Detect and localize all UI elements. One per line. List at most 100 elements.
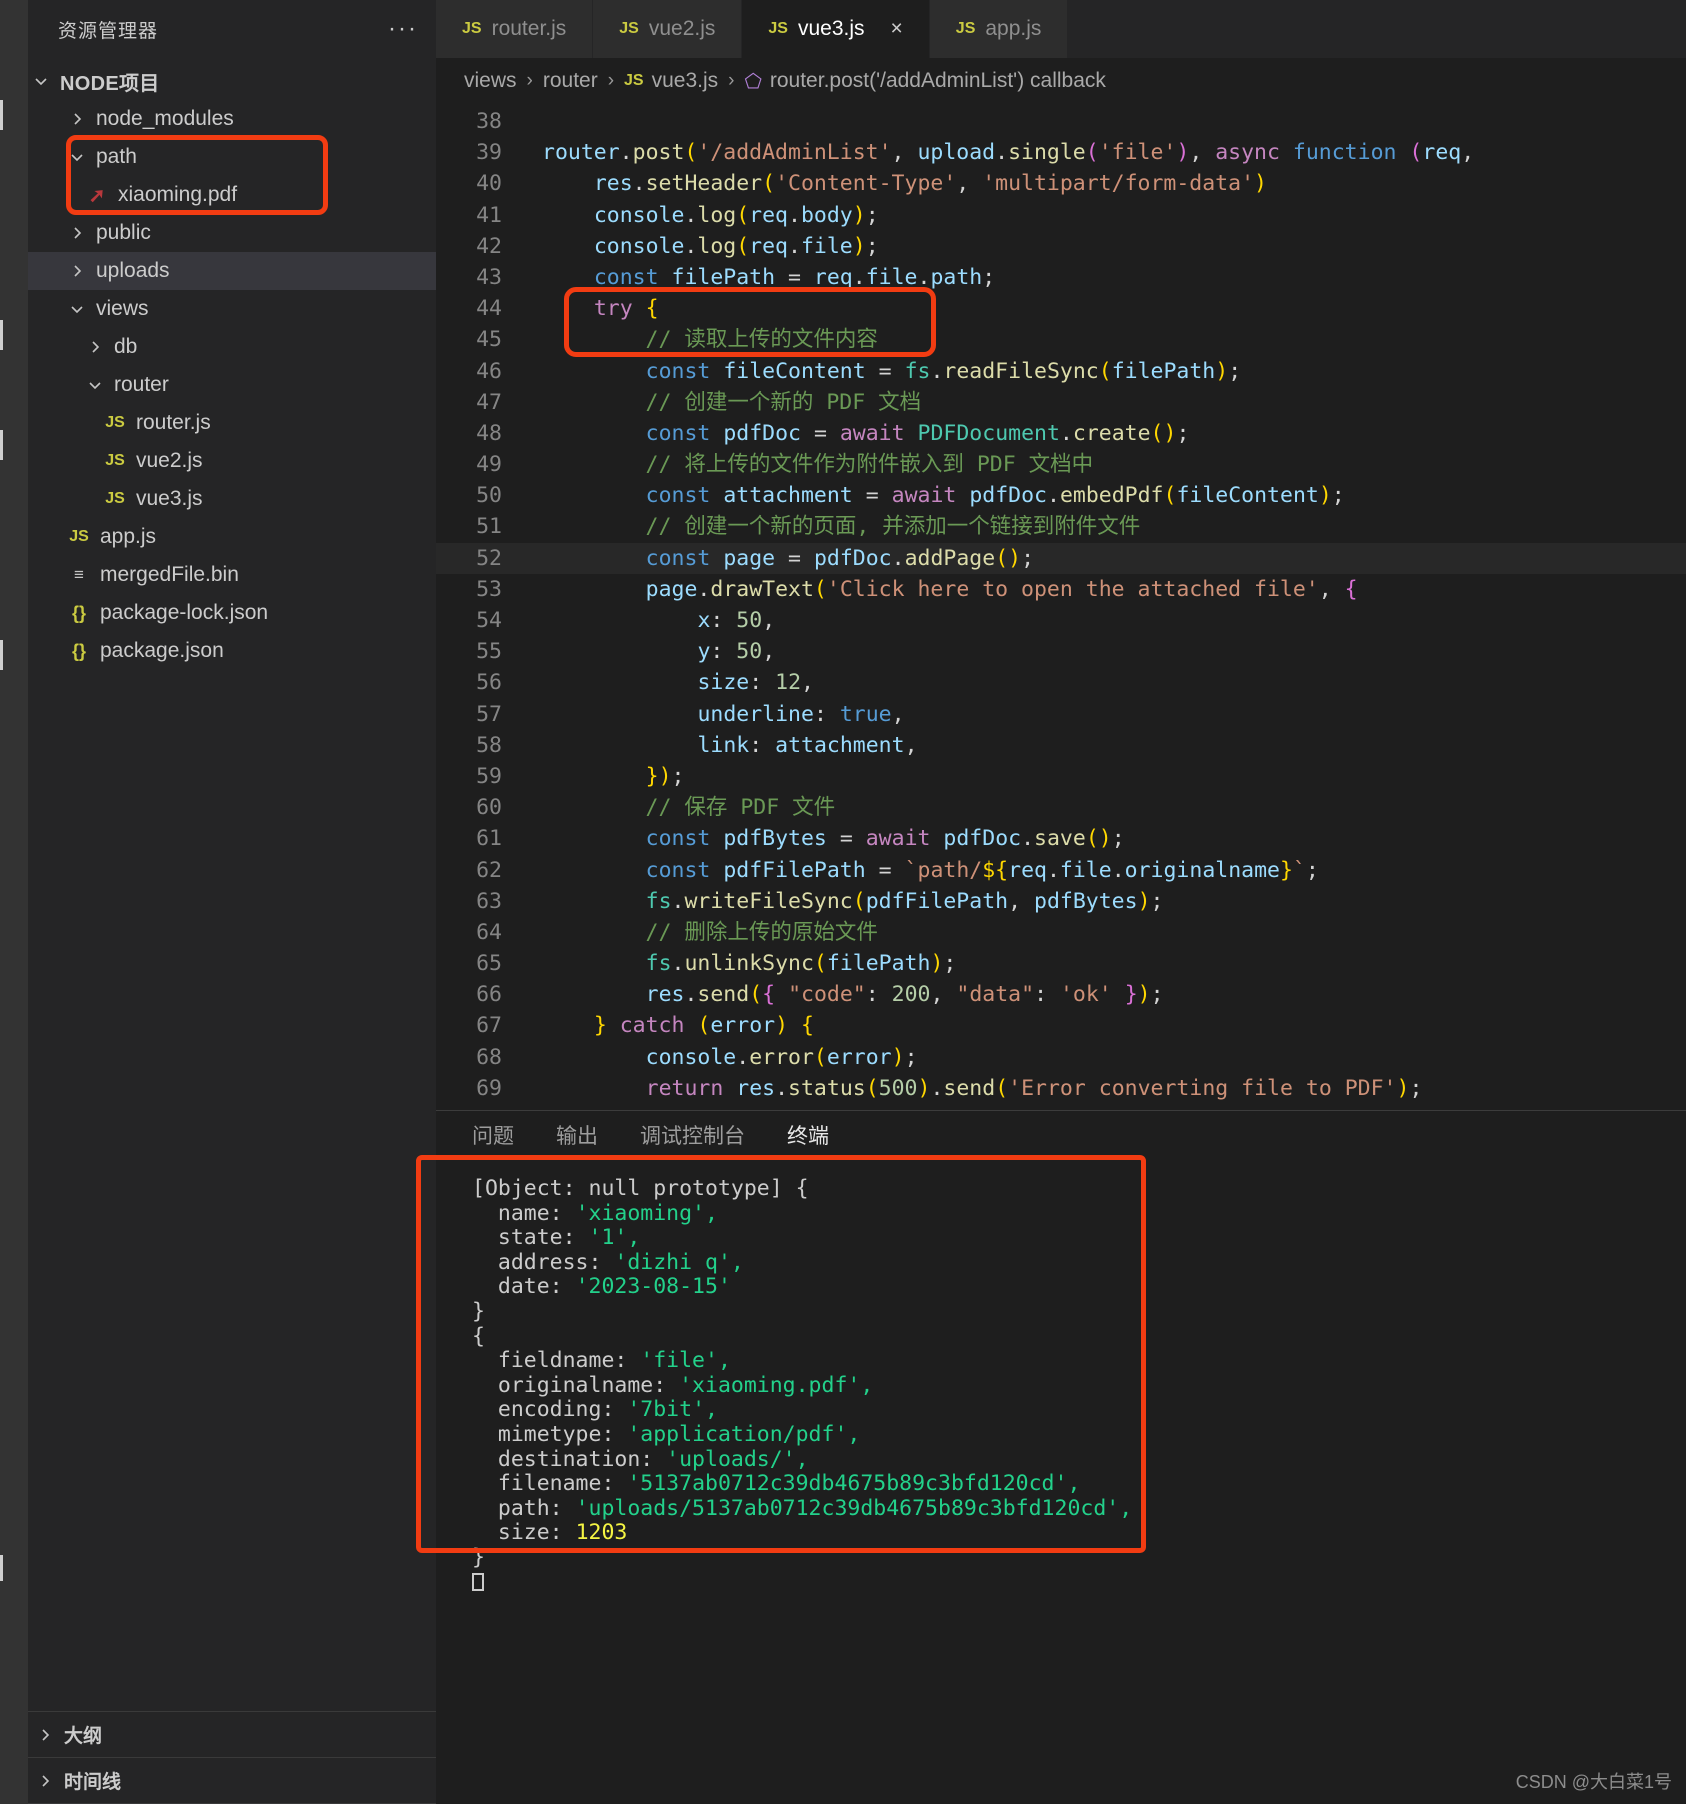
chevron-right-icon [64,263,90,279]
code-line[interactable]: 38 [436,106,1686,137]
code-line[interactable]: 67 } catch (error) { [436,1010,1686,1041]
code-line[interactable]: 52 const page = pdfDoc.addPage(); [436,542,1686,574]
explorer-item-package-lock-json[interactable]: {} package-lock.json [28,594,436,632]
code-line[interactable]: 45 // 读取上传的文件内容 [436,324,1686,355]
activity-bar[interactable] [0,0,28,1804]
watermark: CSDN @大白菜1号 [1515,1772,1672,1792]
code-line[interactable]: 43 const filePath = req.file.path; [436,262,1686,293]
code-line[interactable]: 61 const pdfBytes = await pdfDoc.save(); [436,823,1686,854]
explorer-item-label: vue3.js [136,487,203,510]
code-lines[interactable]: 38 39 router.post('/addAdminList', upload.… [436,104,1686,1104]
explorer-item-db[interactable]: db [28,328,436,366]
line-number: 59 [476,763,502,789]
code-line-text: try { [593,296,659,322]
code-line[interactable]: 58 link: attachment, [436,730,1686,761]
code-line[interactable]: 65 fs.unlinkSync(filePath); [436,948,1686,979]
js-file-icon: JS [105,452,125,469]
line-number: 52 [476,545,502,571]
explorer-item-label: mergedFile.bin [100,563,239,586]
code-line[interactable]: 54 x: 50, [436,605,1686,636]
explorer-item-label: node_modules [96,107,234,130]
sidebar-section-timeline[interactable]: 时间线 [28,1758,436,1804]
terminal-line: size: 1203 [497,1520,628,1546]
explorer-item-vue2-js[interactable]: JS vue2.js [28,442,436,480]
code-line-text: // 读取上传的文件内容 [542,327,878,353]
code-line[interactable]: 49 // 将上传的文件作为附件嵌入到 PDF 文档中 [436,449,1686,480]
breadcrumb[interactable]: views › router › JS vue3.js › ⬠ router.post('/ad… [436,58,1686,104]
explorer-item-path[interactable]: path [28,138,436,176]
code-line[interactable]: 59 }); [436,761,1686,792]
code-line[interactable]: 51 // 创建一个新的页面, 并添加一个链接到附件文件 [436,511,1686,542]
code-line[interactable]: 48 const pdfDoc = await PDFDocument.crea… [436,418,1686,449]
code-line[interactable]: 42 console.log(req.file); [436,231,1686,262]
code-line[interactable]: 41 console.log(req.body); [436,200,1686,231]
close-icon[interactable]: × [891,17,903,41]
explorer-item-label: package.json [100,639,224,662]
breadcrumb-item[interactable]: views [464,69,517,93]
explorer-item-mergedfile-bin[interactable]: ≡ mergedFile.bin [28,556,436,594]
code-line[interactable]: 55 y: 50, [436,636,1686,667]
breadcrumb-item[interactable]: router.post('/addAdminList') callback [770,69,1106,93]
code-line[interactable]: 60 // 保存 PDF 文件 [436,792,1686,823]
explorer-item-app-js[interactable]: JS app.js [28,518,436,556]
panel-tab-问题[interactable]: 问题 [472,1120,514,1150]
explorer-item-uploads[interactable]: uploads [28,252,436,290]
line-number: 55 [476,639,502,665]
code-line[interactable]: 68 console.error(error); [436,1042,1686,1073]
explorer-item-package-json[interactable]: {} package.json [28,632,436,670]
terminal-output[interactable]: [Object: null prototype] { name: 'xiaomi… [436,1159,1686,1804]
breadcrumb-separator: › [607,70,615,91]
code-line[interactable]: 64 // 删除上传的原始文件 [436,917,1686,948]
code-line-text: x: 50, [697,608,776,633]
code-line[interactable]: 66 res.send({ "code": 200, "data": 'ok' … [436,979,1686,1010]
breadcrumb-item[interactable]: router [543,69,598,93]
explorer-item-public[interactable]: public [28,214,436,252]
code-editor[interactable]: 38 39 router.post('/addAdminList', upload.… [436,104,1686,1110]
terminal-line: name: 'xiaoming', [497,1200,718,1226]
ellipsis-icon[interactable]: ··· [388,17,418,41]
code-line-text: }); [645,763,685,789]
code-line[interactable]: 56 size: 12, [436,667,1686,698]
code-line[interactable]: 39 router.post('/addAdminList', upload.si… [436,137,1686,168]
panel-tab-终端[interactable]: 终端 [787,1120,829,1150]
panel-tab-输出[interactable]: 输出 [556,1120,598,1150]
code-line-text: page.drawText('Click here to open the at… [645,576,1358,602]
code-line[interactable]: 50 const attachment = await pdfDoc.embed… [436,480,1686,511]
code-line[interactable]: 57 underline: true, [436,699,1686,730]
activity-bar-indicator [0,320,3,350]
explorer-root-folder[interactable]: NODE项目 [28,62,436,100]
code-line[interactable]: 47 // 创建一个新的 PDF 文档 [436,387,1686,418]
code-line[interactable]: 53 page.drawText('Click here to open the… [436,574,1686,605]
explorer-root-label: NODE项目 [60,72,160,95]
terminal-line: [Object: null prototype] { [472,1176,809,1201]
editor-tab-bar[interactable]: JS router.js JS vue2.js JS vue3.js × JS app.js [436,0,1686,58]
line-number: 63 [476,888,502,914]
code-line[interactable]: 69 return res.status(500).send('Error co… [436,1073,1686,1104]
editor-tab-app-js[interactable]: JS app.js [929,0,1069,58]
breadcrumb-item[interactable]: vue3.js [652,69,719,93]
panel-tab-bar[interactable]: 问题 输出 调试控制台 终端 [436,1111,1686,1159]
explorer-item-xiaoming-pdf[interactable]: ➚ xiaoming.pdf [28,176,436,214]
editor-tab-label: vue3.js [797,17,865,40]
code-line[interactable]: 46 const fileContent = fs.readFileSync(f… [436,356,1686,387]
line-number: 58 [476,732,502,758]
code-line[interactable]: 62 const pdfFilePath = `path/${req.file.… [436,855,1686,886]
editor-tab-router-js[interactable]: JS router.js [436,0,594,58]
panel-tab-调试控制台[interactable]: 调试控制台 [640,1120,745,1150]
explorer-item-vue3-js[interactable]: JS vue3.js [28,480,436,518]
code-line[interactable]: 40 res.setHeader('Content-Type', 'multip… [436,168,1686,199]
line-number: 61 [476,826,502,852]
chevron-right-icon [64,225,90,241]
code-line[interactable]: 44 try { [436,293,1686,324]
explorer-item-router[interactable]: router [28,366,436,404]
json-file-icon: {} [71,640,86,661]
explorer-item-router-js[interactable]: JS router.js [28,404,436,442]
sidebar-section-outline[interactable]: 大纲 [28,1712,436,1758]
json-file-icon: {} [71,602,86,623]
editor-tab-vue2-js[interactable]: JS vue2.js [593,0,743,58]
editor-tab-vue3-js[interactable]: JS vue3.js × [742,0,930,58]
code-line[interactable]: 63 fs.writeFileSync(pdfFilePath, pdfByte… [436,886,1686,917]
file-tree[interactable]: NODE项目 node_modulespath ➚ xiaoming.pdf publ… [28,58,436,1711]
explorer-item-node_modules[interactable]: node_modules [28,100,436,138]
explorer-item-views[interactable]: views [28,290,436,328]
